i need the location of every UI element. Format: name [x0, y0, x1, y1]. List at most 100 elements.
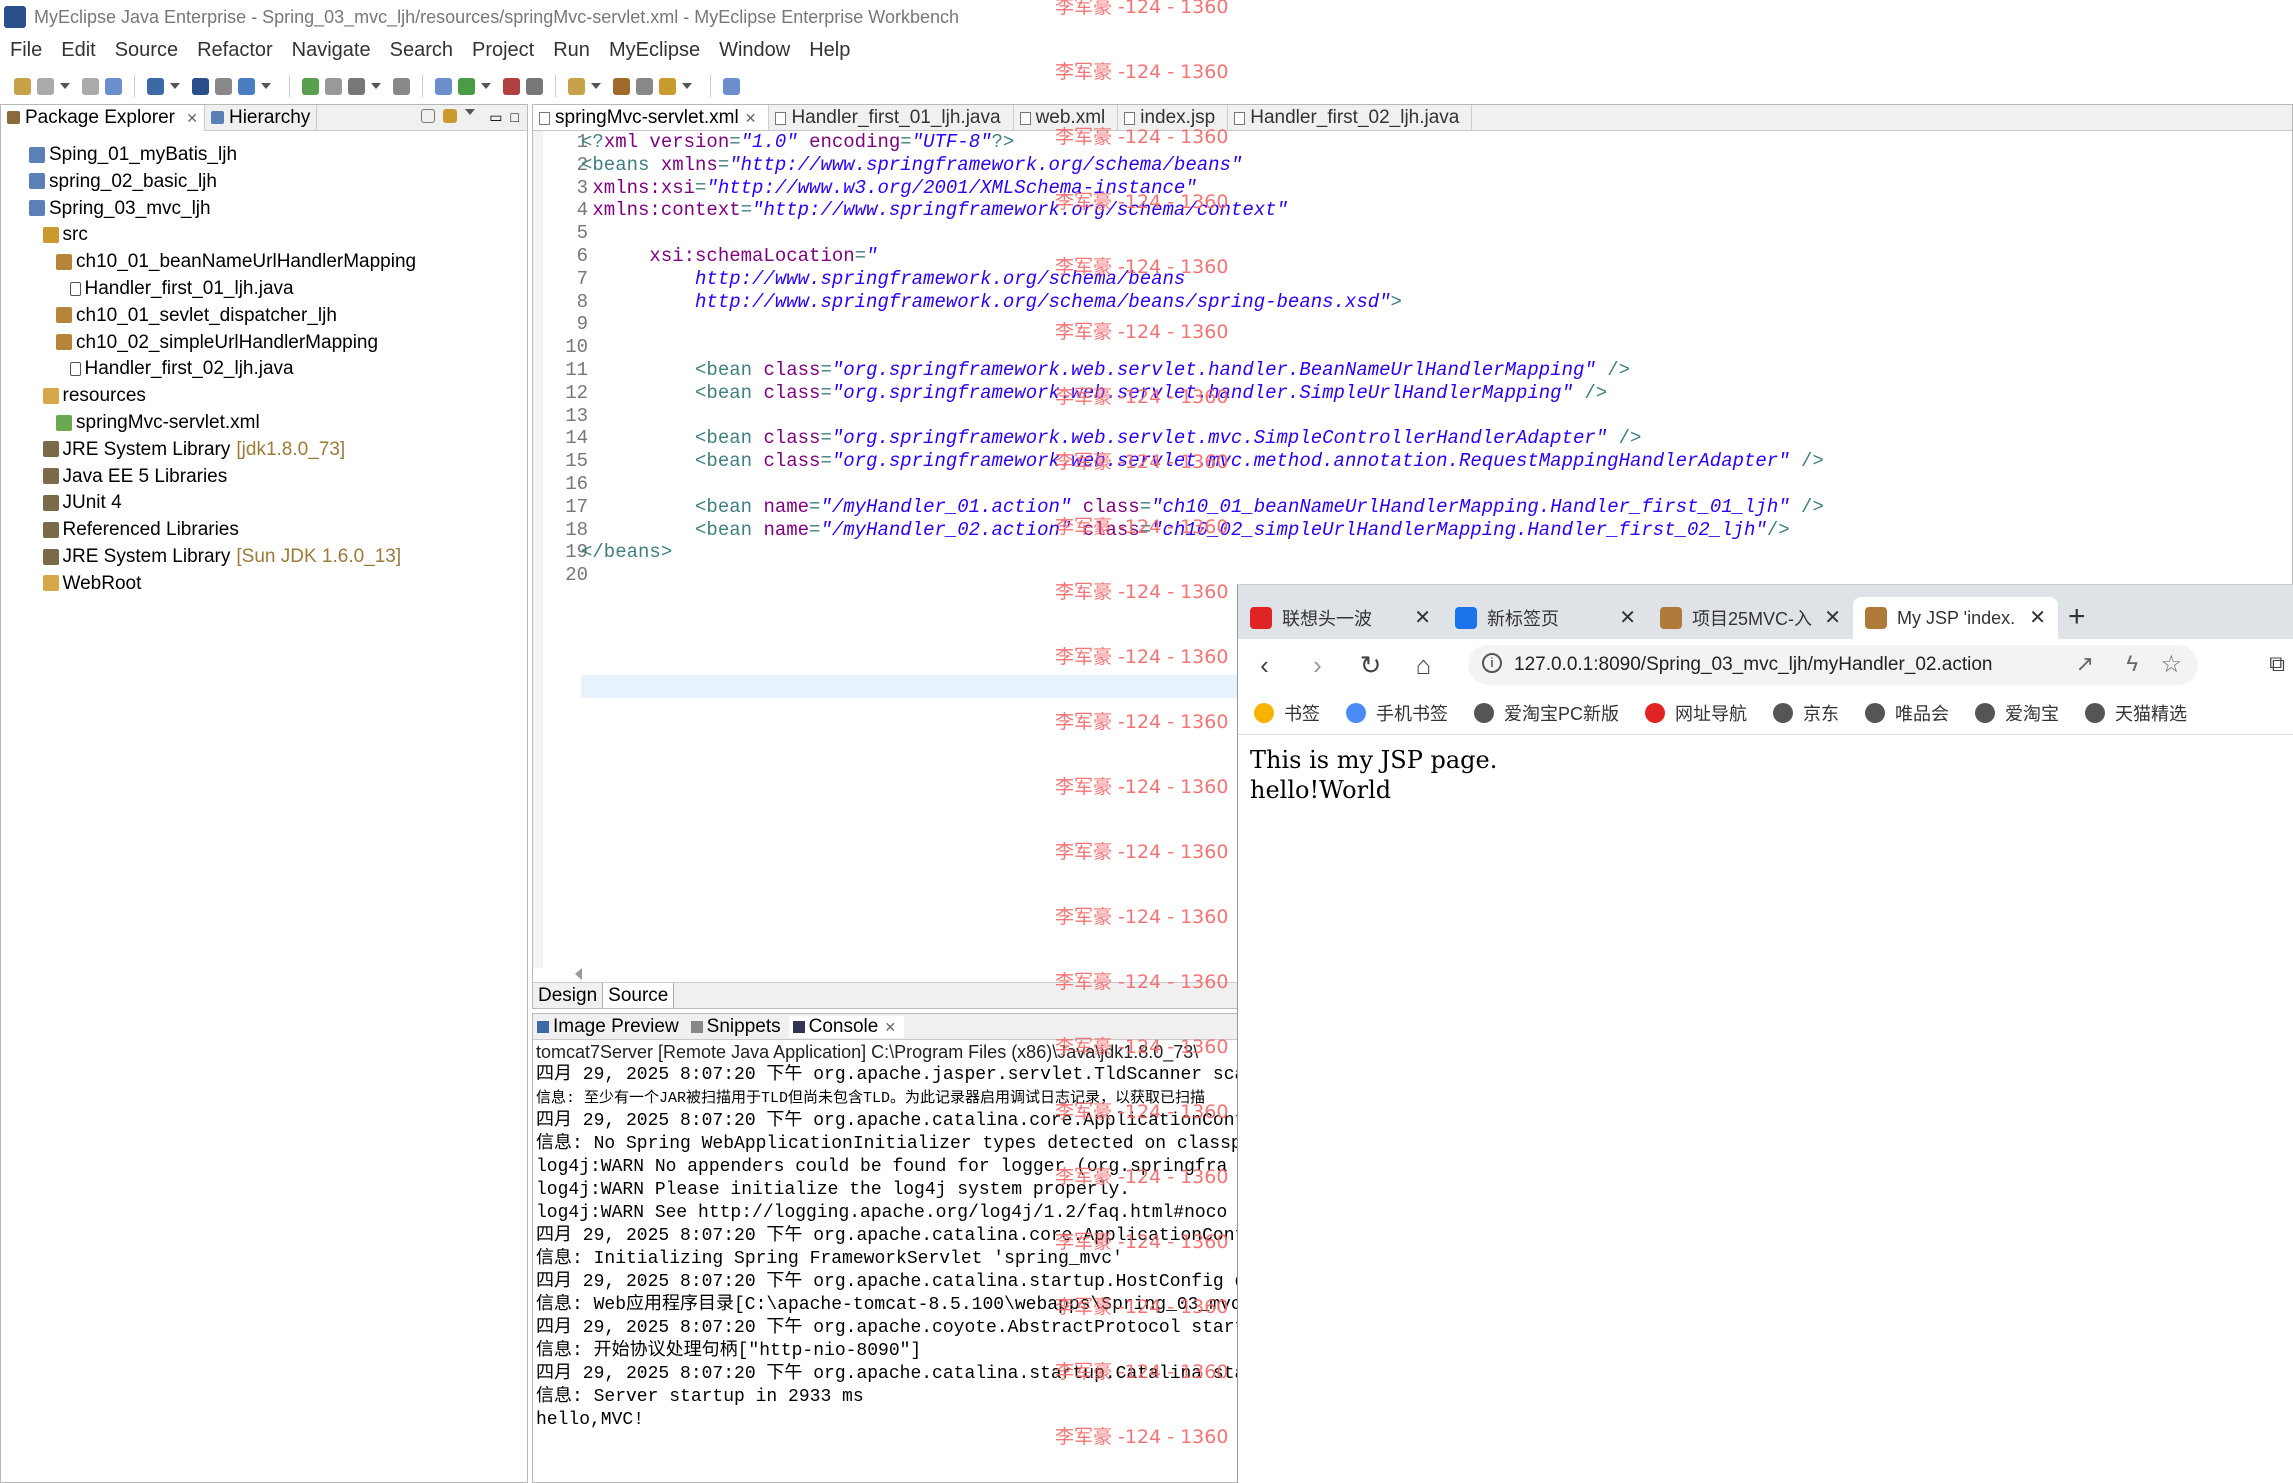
toolbar-button-6-icon[interactable] [192, 77, 209, 95]
tree-item[interactable]: Referenced Libraries [42, 516, 239, 543]
toolbar-button-4-icon[interactable] [105, 77, 122, 95]
toolbar-button-16-icon[interactable] [526, 77, 543, 95]
back-icon[interactable]: ‹ [1238, 650, 1291, 681]
bookmark-item[interactable]: 京东 [1773, 700, 1839, 726]
tab-package-explorer[interactable]: Package Explorer ✕ [1, 104, 205, 131]
browser-tab[interactable]: 项目25MVC-入 ✕ [1648, 597, 1853, 639]
toolbar-button-12-icon[interactable] [393, 77, 410, 95]
tab-image-preview[interactable]: Image Preview [533, 1016, 687, 1038]
close-icon[interactable]: ✕ [1414, 605, 1431, 630]
view-menu-chevron-down-icon[interactable] [465, 109, 476, 115]
bookmark-item[interactable]: 手机书签 [1346, 700, 1448, 726]
toolbar-dropdown-chevron-down-icon[interactable] [682, 83, 692, 89]
menu-source[interactable]: Source [105, 39, 187, 62]
toolbar-button-13-icon[interactable] [435, 77, 452, 95]
new-tab-button[interactable]: + [2068, 600, 2086, 634]
address-bar[interactable]: i 127.0.0.1:8090/Spring_03_mvc_ljh/myHan… [1468, 645, 2198, 685]
lightning-icon[interactable]: ϟ [2126, 651, 2138, 677]
toolbar-button-11-icon[interactable] [348, 77, 365, 95]
menu-search[interactable]: Search [380, 39, 462, 62]
menu-myeclipse[interactable]: MyEclipse [599, 39, 709, 62]
menu-file[interactable]: File [0, 39, 51, 62]
code-area[interactable]: <?xml version="1.0" encoding="UTF-8"?> <b… [581, 131, 2292, 587]
tree-item[interactable]: Sping_01_myBatis_ljh [29, 141, 237, 168]
close-icon[interactable]: ✕ [2029, 605, 2046, 630]
toolbar-dropdown-chevron-down-icon[interactable] [481, 83, 491, 89]
tree-item[interactable]: ch10_01_sevlet_dispatcher_ljh [56, 302, 337, 329]
toolbar-button-7-icon[interactable] [215, 77, 232, 95]
bookmark-item[interactable]: 爱淘宝 [1975, 700, 2059, 726]
maximize-icon[interactable]: □ [511, 109, 519, 126]
toolbar-button-1-icon[interactable] [14, 77, 31, 95]
bookmark-item[interactable]: 书签 [1254, 700, 1320, 726]
collapse-all-icon[interactable] [421, 109, 436, 123]
tree-item[interactable]: spring_02_basic_ljh [29, 168, 217, 195]
bookmark-item[interactable]: 爱淘宝PC新版 [1474, 700, 1619, 726]
toolbar-button-8-icon[interactable] [238, 77, 255, 95]
close-icon[interactable]: ✕ [884, 1019, 896, 1035]
bookmark-item[interactable]: 天猫精选 [2085, 700, 2187, 726]
tab-hierarchy[interactable]: Hierarchy [205, 104, 318, 131]
browser-tab[interactable]: My JSP 'index. ✕ [1853, 597, 2058, 639]
menu-help[interactable]: Help [799, 39, 859, 62]
toolbar-button-15-icon[interactable] [503, 77, 520, 95]
tab-design[interactable]: Design [533, 983, 604, 1008]
tab-editor-springmvc-servlet-xml[interactable]: springMvc-servlet.xml ✕ [533, 105, 770, 130]
tab-editor-handler-first-02-ljh-java[interactable]: Handler_first_02_ljh.java [1228, 105, 1473, 130]
tree-item[interactable]: resources [42, 382, 146, 409]
toolbar-dropdown-chevron-down-icon[interactable] [60, 83, 70, 89]
menu-window[interactable]: Window [709, 39, 799, 62]
close-icon[interactable]: ✕ [186, 110, 198, 126]
tree-item[interactable]: Handler_first_02_ljh.java [69, 355, 294, 382]
tree-item[interactable]: Java EE 5 Libraries [42, 463, 227, 490]
toolbar-dropdown-chevron-down-icon[interactable] [591, 83, 601, 89]
tree-item[interactable]: JRE System Library [jdk1.8.0_73] [42, 436, 345, 463]
tree-item[interactable]: JUnit 4 [42, 489, 122, 516]
extensions-icon[interactable]: ⧉ [2269, 651, 2285, 677]
home-icon[interactable]: ⌂ [1397, 650, 1450, 681]
minimize-icon[interactable]: ▭ [489, 109, 502, 126]
menu-refactor[interactable]: Refactor [187, 39, 282, 62]
toolbar-dropdown-chevron-down-icon[interactable] [261, 83, 271, 89]
toolbar-button-19-icon[interactable] [636, 77, 653, 95]
toolbar-button-10-icon[interactable] [325, 77, 342, 95]
tab-snippets[interactable]: Snippets [687, 1016, 789, 1038]
tree-item[interactable]: WebRoot [42, 570, 141, 597]
scroll-left-icon[interactable] [575, 968, 582, 980]
tab-source[interactable]: Source [603, 983, 675, 1008]
tree-item[interactable]: Spring_03_mvc_ljh [29, 195, 211, 222]
menu-run[interactable]: Run [543, 39, 599, 62]
tab-editor-handler-first-01-ljh-java[interactable]: Handler_first_01_ljh.java [769, 105, 1014, 130]
menu-navigate[interactable]: Navigate [282, 39, 380, 62]
toolbar-button-21-icon[interactable] [723, 77, 740, 95]
bookmark-item[interactable]: 唯品会 [1865, 700, 1949, 726]
link-editor-icon[interactable] [443, 109, 458, 123]
toolbar-dropdown-chevron-down-icon[interactable] [170, 83, 180, 89]
tree-item[interactable]: ch10_01_beanNameUrlHandlerMapping [56, 248, 416, 275]
tree-item[interactable]: springMvc-servlet.xml [56, 409, 260, 436]
bookmark-item[interactable]: 网址导航 [1645, 700, 1747, 726]
toolbar-button-5-icon[interactable] [147, 77, 164, 95]
forward-icon[interactable]: › [1291, 650, 1344, 681]
tab-console[interactable]: Console ✕ [788, 1015, 905, 1038]
close-icon[interactable]: ✕ [1824, 605, 1841, 630]
share-icon[interactable]: ↗ [2076, 651, 2094, 677]
browser-tab[interactable]: 新标签页 ✕ [1443, 597, 1648, 639]
menu-edit[interactable]: Edit [51, 39, 104, 62]
toolbar-button-17-icon[interactable] [568, 77, 585, 95]
toolbar-button-9-icon[interactable] [302, 77, 319, 95]
toolbar-dropdown-chevron-down-icon[interactable] [371, 83, 381, 89]
toolbar-button-14-icon[interactable] [458, 77, 475, 95]
toolbar-button-18-icon[interactable] [613, 77, 630, 95]
browser-tab[interactable]: 联想头一波 ✕ [1238, 597, 1443, 639]
tree-item[interactable]: Handler_first_01_ljh.java [69, 275, 294, 302]
tree-item[interactable]: JRE System Library [Sun JDK 1.6.0_13] [42, 543, 401, 570]
menu-project[interactable]: Project [462, 39, 543, 62]
tree-item[interactable]: src [42, 221, 88, 248]
tree-item[interactable]: ch10_02_simpleUrlHandlerMapping [56, 329, 378, 356]
toolbar-button-20-icon[interactable] [659, 77, 676, 95]
toolbar-button-3-icon[interactable] [82, 77, 99, 95]
toolbar-button-2-icon[interactable] [37, 77, 54, 95]
close-icon[interactable]: ✕ [745, 110, 757, 126]
star-icon[interactable]: ☆ [2160, 650, 2182, 679]
